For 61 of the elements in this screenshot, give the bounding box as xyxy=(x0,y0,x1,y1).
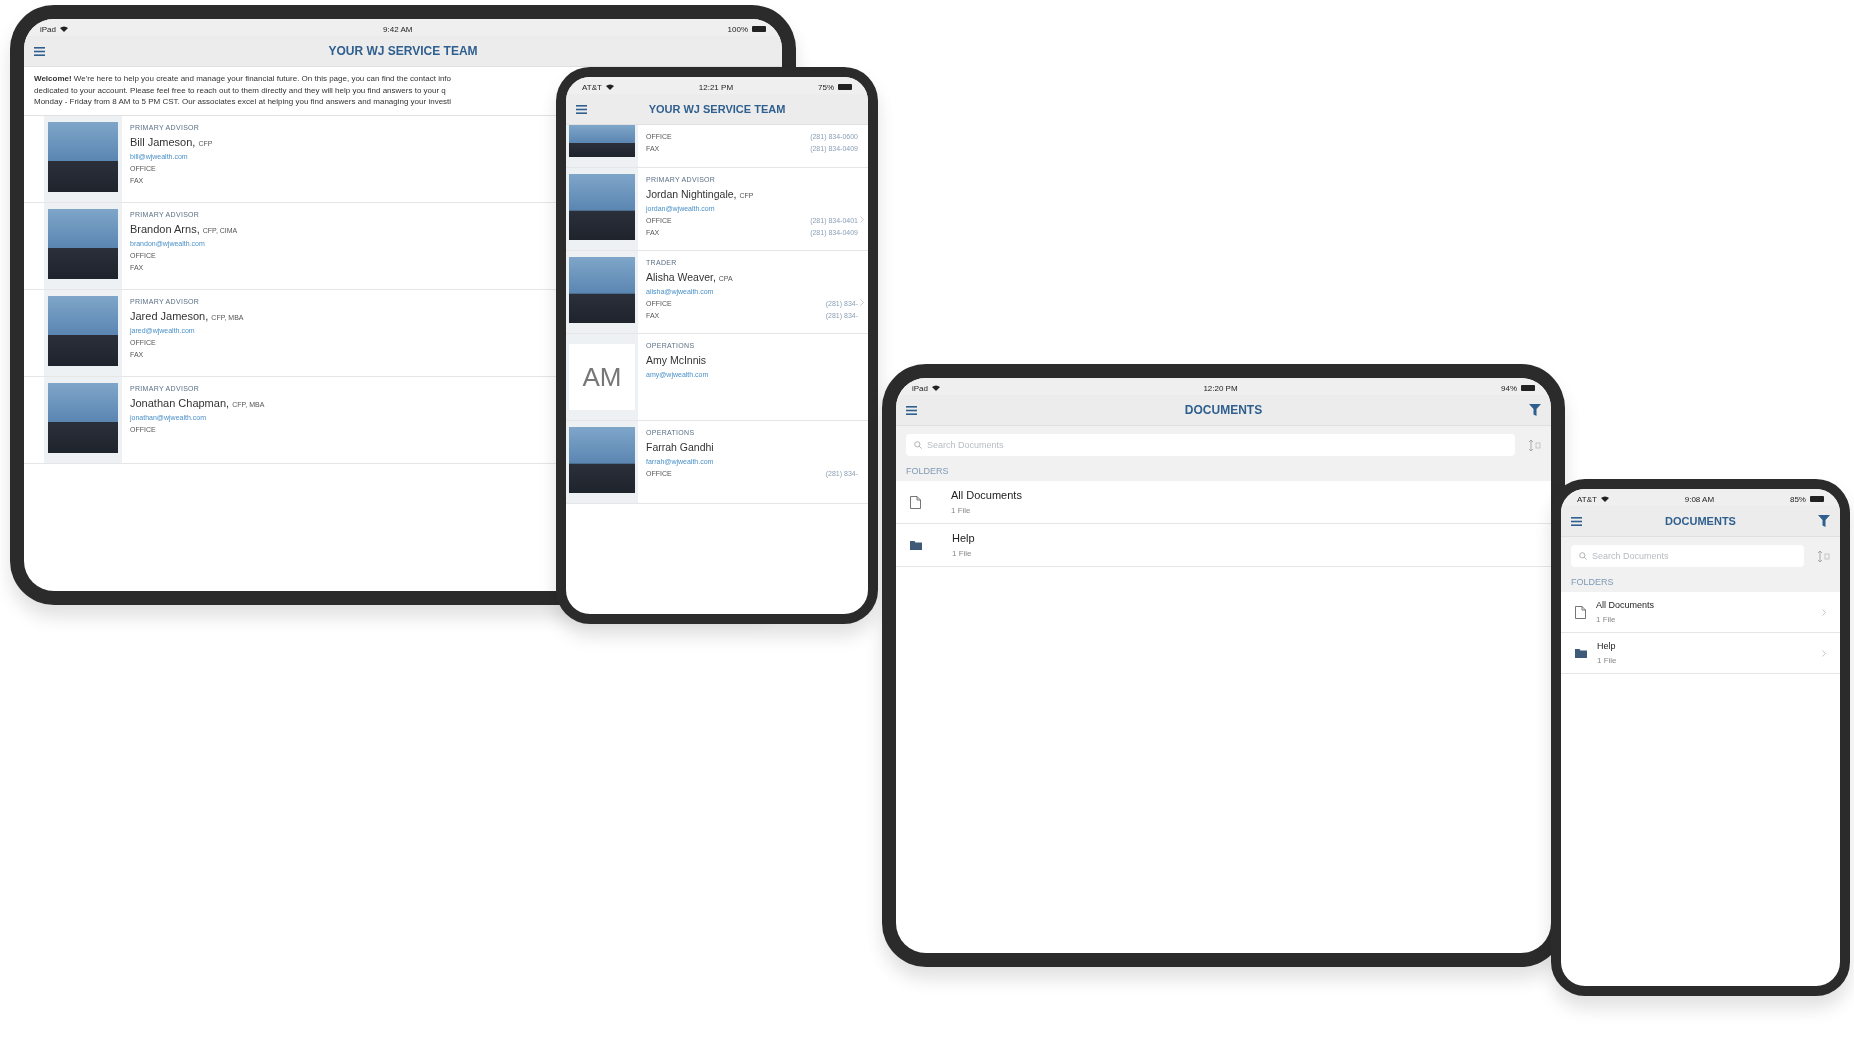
folder-icon xyxy=(1575,648,1587,658)
member-name: Amy McInnis xyxy=(646,354,707,366)
member-name: Farrah Gandhi xyxy=(646,441,714,453)
carrier-label: AT&T xyxy=(582,82,602,92)
menu-icon[interactable] xyxy=(1571,516,1582,526)
battery-icon xyxy=(1521,385,1535,391)
file-count: 1 File xyxy=(1597,656,1617,665)
clock-label: 9:08 AM xyxy=(1684,494,1715,504)
menu-icon[interactable] xyxy=(576,104,587,114)
battery-percent: 100% xyxy=(727,24,748,34)
wifi-icon xyxy=(60,26,68,32)
filter-icon[interactable] xyxy=(1818,515,1830,527)
folder-name: All Documents xyxy=(951,489,1022,501)
photo-placeholder xyxy=(48,295,118,366)
wifi-icon xyxy=(1600,496,1609,502)
carrier-label: iPad xyxy=(912,383,928,393)
folder-name: All Documents xyxy=(1596,600,1655,610)
screen-title: YOUR WJ SERVICE TEAM xyxy=(327,44,479,58)
folder-name: Help xyxy=(1597,641,1616,651)
wifi-icon xyxy=(932,385,940,391)
photo-placeholder xyxy=(569,257,635,323)
screen-title: YOUR WJ SERVICE TEAM xyxy=(647,103,787,115)
file-count: 1 File xyxy=(1596,615,1616,624)
screen-title: DOCUMENTS xyxy=(1664,515,1737,527)
battery-icon xyxy=(838,84,852,90)
section-header: FOLDERS xyxy=(1571,577,1614,587)
folder-row[interactable]: All Documents 1 File xyxy=(896,481,1551,524)
clock-label: 12:20 PM xyxy=(1203,383,1238,393)
battery-icon xyxy=(752,26,766,32)
carrier-label: iPad xyxy=(40,24,56,34)
clock-label: 12:21 PM xyxy=(698,82,734,92)
photo-placeholder xyxy=(48,208,118,279)
battery-percent: 75% xyxy=(818,82,834,92)
folder-row[interactable]: All Documents 1 File xyxy=(1561,592,1840,633)
photo-placeholder xyxy=(569,174,635,240)
search-field[interactable]: Search Documents xyxy=(906,434,1515,456)
screen-title: DOCUMENTS xyxy=(1183,403,1264,417)
battery-icon xyxy=(1810,496,1824,502)
folder-name: Help xyxy=(952,532,975,544)
section-header: FOLDERS xyxy=(906,466,949,476)
photo-placeholder xyxy=(569,125,635,157)
photo-placeholder xyxy=(48,382,118,453)
photo-placeholder xyxy=(569,427,635,493)
document-icon xyxy=(1575,605,1586,619)
battery-percent: 94% xyxy=(1501,383,1517,393)
menu-icon[interactable] xyxy=(34,46,45,56)
clock-label: 9:42 AM xyxy=(383,24,413,34)
initials-avatar: AM xyxy=(569,344,635,410)
filter-icon[interactable] xyxy=(1529,404,1541,416)
file-count: 1 File xyxy=(952,549,972,558)
folder-row[interactable]: Help 1 File xyxy=(1561,633,1840,674)
folder-row[interactable]: Help 1 File xyxy=(896,524,1551,567)
battery-percent: 85% xyxy=(1789,494,1806,504)
search-field[interactable]: Search Documents xyxy=(1571,545,1804,567)
menu-icon[interactable] xyxy=(906,405,917,415)
carrier-label: AT&T xyxy=(1577,494,1597,504)
document-icon xyxy=(910,495,921,509)
photo-placeholder xyxy=(48,121,118,192)
folder-icon xyxy=(910,540,922,550)
wifi-icon xyxy=(605,84,614,90)
file-count: 1 File xyxy=(951,506,971,515)
